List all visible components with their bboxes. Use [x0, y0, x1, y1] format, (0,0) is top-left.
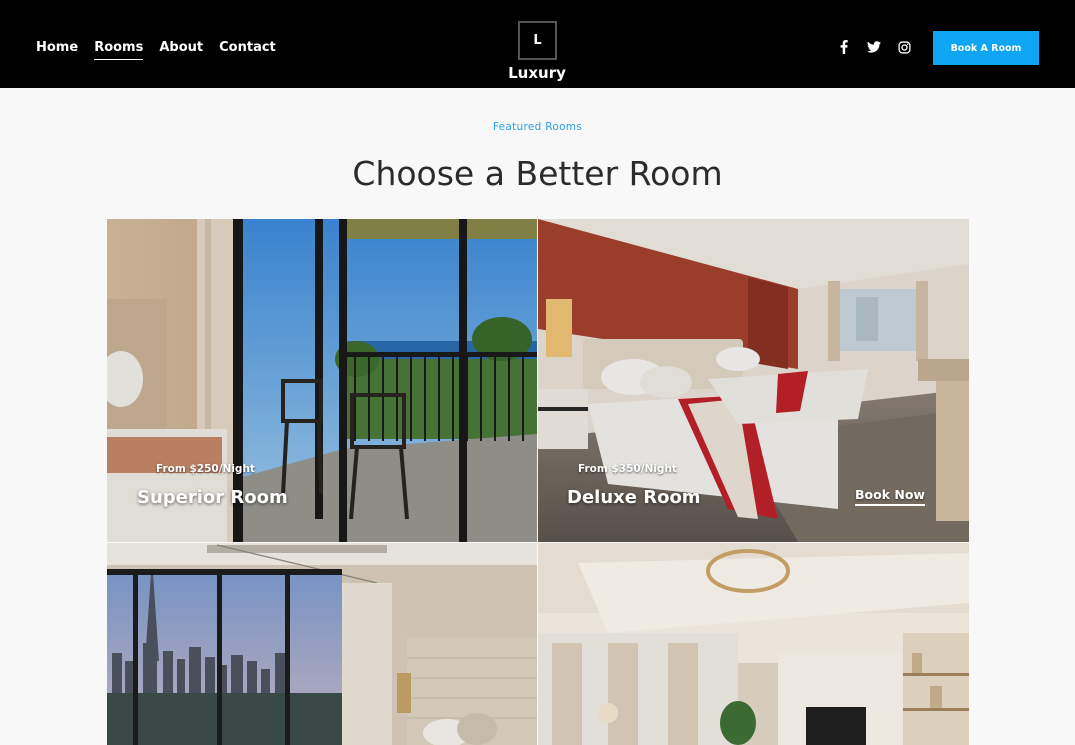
instagram-icon[interactable]	[896, 39, 912, 55]
nav-about[interactable]: About	[159, 39, 203, 60]
room-price: From $350/Night	[578, 463, 677, 475]
room-card-4[interactable]	[538, 543, 969, 745]
book-a-room-button[interactable]: Book A Room	[933, 31, 1039, 65]
logo-name[interactable]: Luxury	[487, 64, 587, 82]
facebook-icon[interactable]	[836, 39, 852, 55]
section-eyebrow: Featured Rooms	[492, 121, 583, 133]
room-price: From $250/Night	[156, 463, 255, 475]
nav-contact[interactable]: Contact	[219, 39, 276, 60]
nav-rooms[interactable]: Rooms	[94, 39, 144, 60]
room-card-superior[interactable]: From $250/Night Superior Room	[107, 219, 537, 542]
room-card-3[interactable]	[107, 543, 537, 745]
site-header: Home Rooms About Contact L Luxury Book A…	[0, 0, 1075, 88]
social-links	[836, 39, 912, 55]
nav-home[interactable]: Home	[36, 39, 78, 60]
room-name[interactable]: Superior Room	[137, 487, 288, 508]
rooms-grid: From $250/Night Superior Room From $350/…	[107, 219, 969, 745]
section-title: Choose a Better Room	[352, 154, 723, 193]
room-name[interactable]: Deluxe Room	[567, 487, 701, 508]
book-now-link[interactable]: Book Now	[855, 487, 925, 506]
main-nav: Home Rooms About Contact	[36, 39, 276, 60]
room-card-deluxe[interactable]: From $350/Night Deluxe Room Book Now	[538, 219, 969, 542]
room-photo-4	[538, 543, 969, 745]
logo-mark[interactable]: L	[518, 21, 557, 60]
room-photo-3	[107, 543, 537, 745]
twitter-icon[interactable]	[866, 39, 882, 55]
